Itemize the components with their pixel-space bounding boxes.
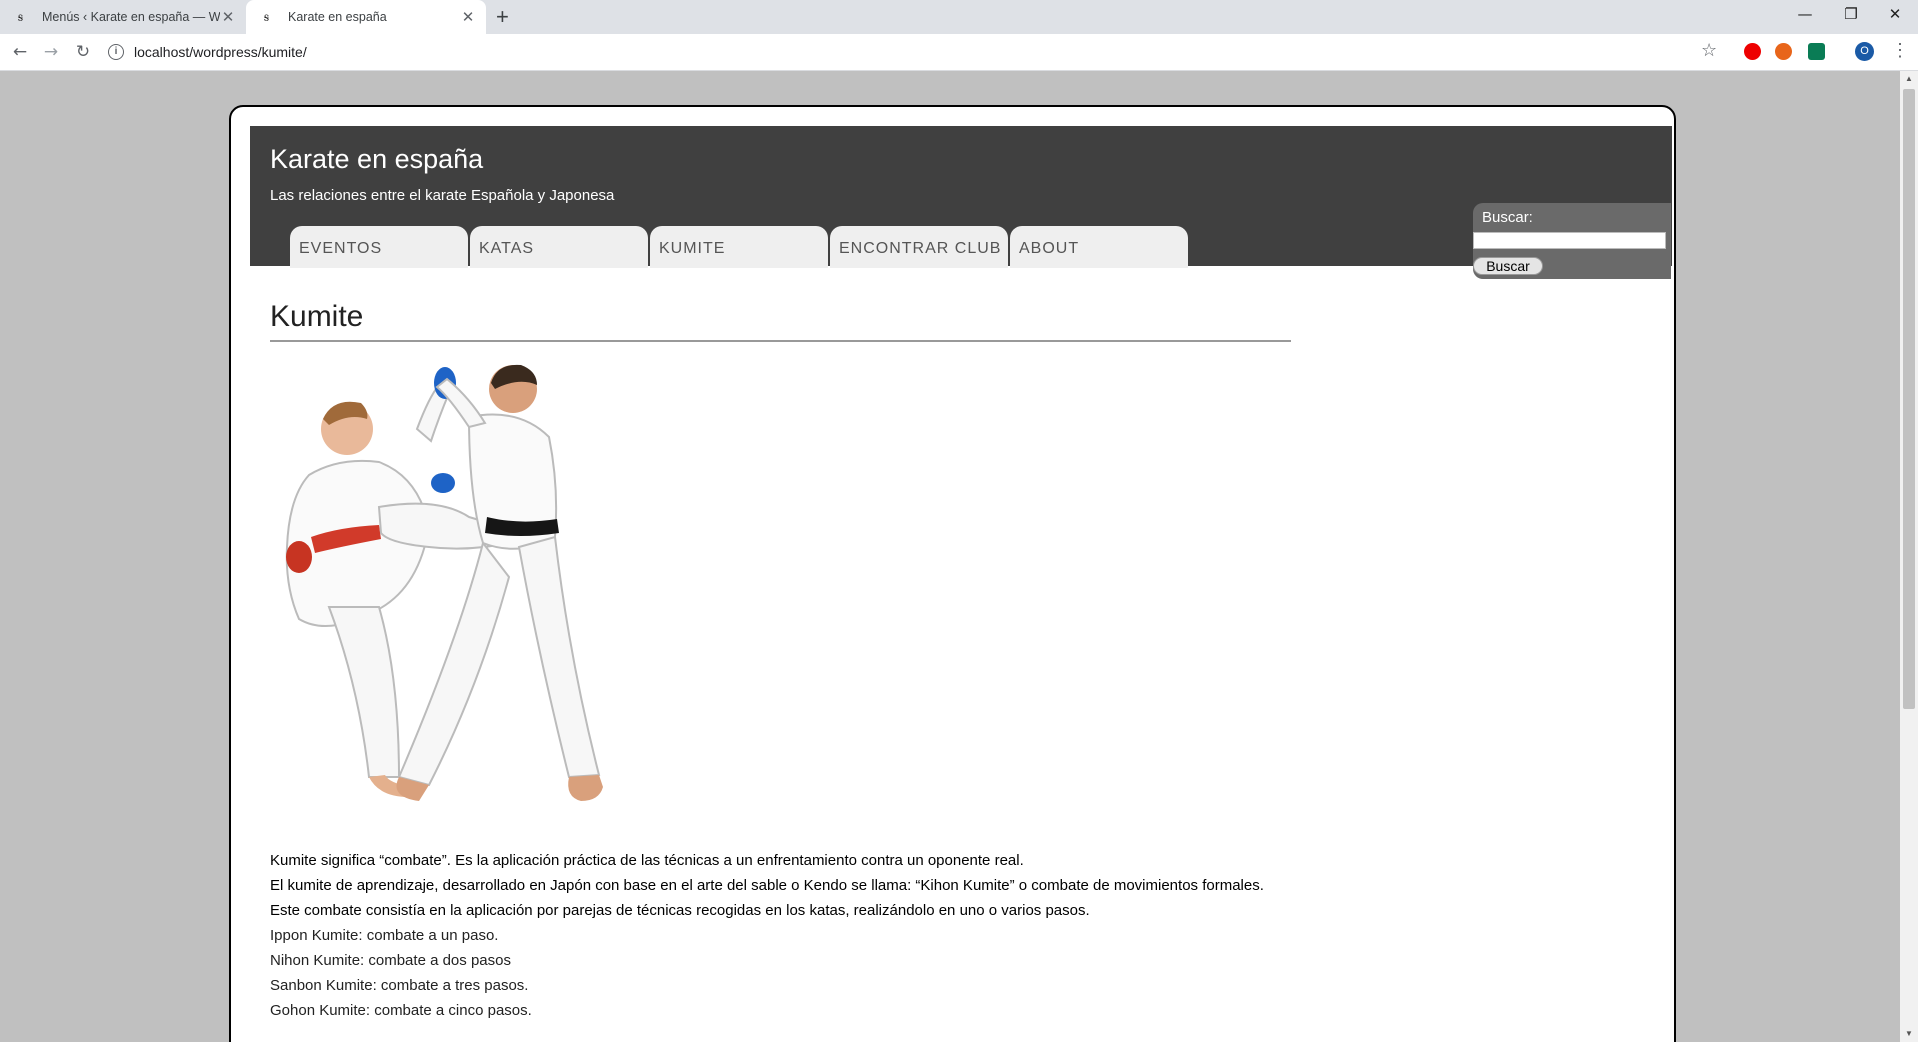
- back-icon[interactable]: ←: [8, 41, 32, 63]
- profile-avatar[interactable]: O: [1855, 42, 1874, 61]
- forward-icon[interactable]: →: [39, 41, 63, 63]
- karate-sparring-image: [285, 364, 603, 801]
- site-favicon-icon: ꭶ: [18, 9, 24, 25]
- reload-icon[interactable]: ↻: [71, 41, 95, 63]
- search-widget: Buscar: Buscar: [1473, 203, 1671, 279]
- list-item: Nihon Kumite: combate a dos pasos: [270, 952, 511, 969]
- search-input[interactable]: [1473, 232, 1666, 249]
- main-nav: EVENTOS KATAS KUMITE ENCONTRAR CLUB ABOU…: [290, 226, 1190, 268]
- page-viewport: Karate en españa Las relaciones entre el…: [0, 71, 1900, 1042]
- post-content: Kumite significa “combate”. Es la aplica…: [270, 848, 1320, 1023]
- page-container: Karate en españa Las relaciones entre el…: [229, 105, 1676, 1042]
- opera-extension-icon[interactable]: [1744, 43, 1761, 60]
- nav-item-encontrar-club[interactable]: ENCONTRAR CLUB: [830, 226, 1008, 268]
- paragraph: El kumite de aprendizaje, desarrollado e…: [270, 877, 1264, 894]
- scrollbar-thumb[interactable]: [1903, 89, 1915, 709]
- menu-kebab-icon[interactable]: ⋮: [1891, 40, 1909, 61]
- browser-toolbar: ← → ↻ i localhost/wordpress/kumite/: [0, 34, 1918, 71]
- bookmark-star-icon[interactable]: ☆: [1701, 40, 1717, 61]
- browser-tab-active[interactable]: ꭶ Karate en españa ✕: [246, 0, 486, 34]
- new-tab-button[interactable]: +: [496, 5, 509, 29]
- nav-item-katas[interactable]: KATAS: [470, 226, 648, 268]
- site-info-icon[interactable]: i: [108, 44, 124, 60]
- extension-icon[interactable]: [1775, 43, 1792, 60]
- extension-icon[interactable]: [1808, 43, 1825, 60]
- tab-title: Menús ‹ Karate en españa — Wo: [42, 10, 220, 24]
- browser-tab-menus[interactable]: ꭶ Menús ‹ Karate en españa — Wo ✕: [0, 0, 246, 34]
- nav-item-about[interactable]: ABOUT: [1010, 226, 1188, 268]
- tab-title: Karate en españa: [288, 10, 387, 24]
- nav-item-kumite[interactable]: KUMITE: [650, 226, 828, 268]
- list-item: Gohon Kumite: combate a cinco pasos.: [270, 1002, 532, 1019]
- search-label: Buscar:: [1482, 209, 1533, 226]
- browser-tab-bar: ꭶ Menús ‹ Karate en españa — Wo ✕ ꭶ Kara…: [0, 0, 1918, 34]
- paragraph: Kumite significa “combate”. Es la aplica…: [270, 852, 1024, 869]
- url-text: localhost/wordpress/kumite/: [134, 44, 307, 60]
- scroll-up-arrow-icon[interactable]: ▲: [1900, 71, 1918, 87]
- site-title[interactable]: Karate en españa: [270, 144, 483, 175]
- close-tab-icon[interactable]: ✕: [460, 8, 476, 26]
- site-favicon-icon: ꭶ: [264, 9, 270, 25]
- restore-icon[interactable]: ❐: [1828, 0, 1874, 30]
- site-header: Karate en españa Las relaciones entre el…: [250, 126, 1672, 279]
- list-item: Sanbon Kumite: combate a tres pasos.: [270, 977, 529, 994]
- paragraph: Este combate consistía en la aplicación …: [270, 902, 1090, 919]
- title-divider: [270, 340, 1291, 342]
- close-tab-icon[interactable]: ✕: [220, 8, 236, 26]
- vertical-scrollbar[interactable]: ▲ ▼: [1900, 71, 1918, 1042]
- post-title: Kumite: [270, 300, 364, 333]
- search-button[interactable]: Buscar: [1473, 257, 1543, 275]
- list-item: Ippon Kumite: combate a un paso.: [270, 927, 499, 944]
- nav-item-eventos[interactable]: EVENTOS: [290, 226, 468, 268]
- site-description: Las relaciones entre el karate Española …: [270, 187, 615, 204]
- scroll-down-arrow-icon[interactable]: ▼: [1900, 1026, 1918, 1042]
- close-window-icon[interactable]: ✕: [1872, 0, 1918, 30]
- address-bar[interactable]: i localhost/wordpress/kumite/: [108, 38, 1708, 66]
- minimize-icon[interactable]: —: [1782, 0, 1828, 30]
